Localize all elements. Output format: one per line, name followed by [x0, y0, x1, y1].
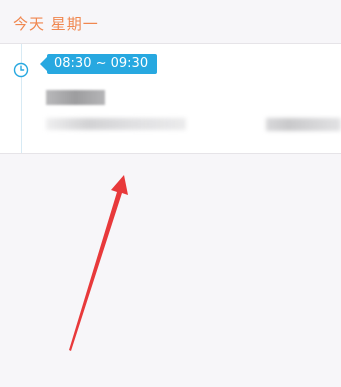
event-card[interactable]: 08:30 ~ 09:30	[0, 44, 341, 154]
day-header: 今天 星期一	[0, 0, 341, 44]
time-range-badge: 08:30 ~ 09:30	[39, 54, 158, 74]
day-title: 今天 星期一	[13, 15, 99, 33]
time-range-label: 08:30 ~ 09:30	[54, 56, 149, 71]
event-title-redacted	[46, 90, 105, 105]
event-detail-redacted-secondary	[266, 118, 341, 131]
event-detail-redacted	[46, 118, 186, 130]
clock-icon	[13, 62, 29, 78]
